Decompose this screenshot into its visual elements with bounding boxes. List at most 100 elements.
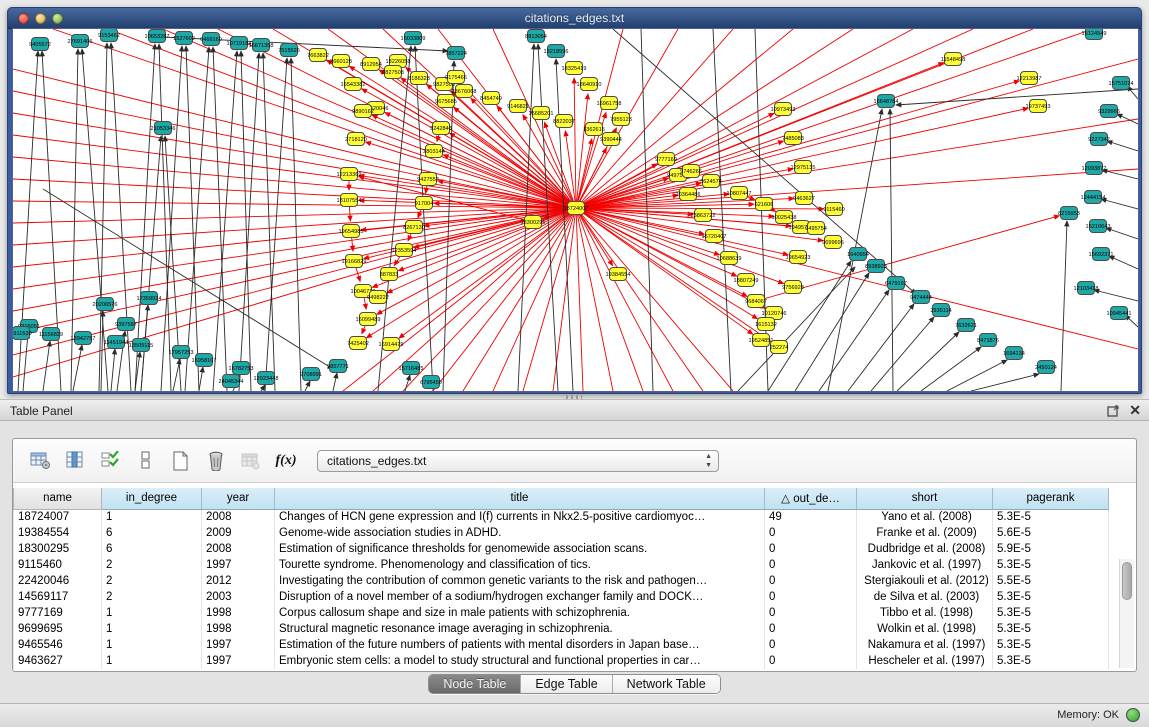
graph-node[interactable]: 12093872	[1082, 162, 1107, 175]
table-cell[interactable]: 2003	[202, 589, 275, 605]
table-cell[interactable]: 5.5E-5	[993, 573, 1109, 589]
graph-node[interactable]: 12213369	[337, 168, 362, 181]
graph-node[interactable]: 13942757	[71, 332, 96, 345]
graph-node[interactable]: 9857771	[327, 360, 349, 373]
graph-node[interactable]: 9463627	[793, 192, 815, 205]
graph-node[interactable]: 9175466	[445, 71, 467, 84]
citation-edge-red[interactable]	[576, 208, 753, 334]
table-cell[interactable]: Embryonic stem cells: a model to study s…	[275, 653, 765, 669]
graph-node[interactable]: 15720407	[702, 230, 727, 243]
graph-node[interactable]: 19654923	[786, 251, 811, 264]
table-cell[interactable]: 5.3E-5	[993, 621, 1109, 637]
citation-edge-red[interactable]	[13, 208, 576, 355]
graph-node[interactable]: 887833	[380, 268, 399, 281]
graph-node[interactable]: 9756928	[782, 281, 804, 294]
graph-node[interactable]: 19384554	[606, 268, 631, 281]
graph-node[interactable]: 16914479	[379, 338, 404, 351]
table-cell[interactable]: 6	[102, 541, 202, 557]
table-row[interactable]: 1830029562008Estimation of significance …	[14, 541, 1121, 557]
graph-node[interactable]: 17359924	[137, 292, 162, 305]
graph-node[interactable]: 2718120	[345, 133, 367, 146]
graph-node[interactable]: 10653287	[145, 30, 170, 43]
citation-edge-red[interactable]	[443, 155, 576, 208]
citation-edge-black[interactable]	[556, 59, 573, 391]
graph-node[interactable]: 10973493	[771, 103, 796, 116]
column-header-out-degree[interactable]: △ out_de…	[765, 488, 857, 509]
table-cell[interactable]: 9777169	[14, 605, 102, 621]
table-row[interactable]: 946362711997Embryonic stem cells: a mode…	[14, 653, 1121, 669]
citation-edge-black[interactable]	[890, 109, 893, 391]
delete-table-icon[interactable]	[204, 450, 228, 472]
graph-node[interactable]: 10688639	[717, 252, 742, 265]
graph-node[interactable]: 6466160	[200, 33, 222, 46]
table-cell[interactable]: Disruption of a novel member of a sodium…	[275, 589, 765, 605]
citation-edge-black[interactable]	[23, 333, 28, 391]
graph-node[interactable]: 7663822	[307, 49, 329, 62]
table-cell[interactable]: 1	[102, 605, 202, 621]
graph-node[interactable]: 8912954	[360, 58, 382, 71]
graph-node[interactable]: 7857224	[445, 47, 467, 60]
graph-node[interactable]: 19654985	[339, 225, 364, 238]
graph-node[interactable]: 19166829	[342, 255, 367, 268]
graph-node[interactable]: 19218996	[544, 45, 569, 58]
graph-node[interactable]: 917004	[415, 197, 434, 210]
table-cell[interactable]: 0	[765, 541, 857, 557]
citation-edge-black[interactable]	[921, 347, 981, 391]
graph-node[interactable]: 1694134	[1003, 347, 1025, 360]
table-cell[interactable]: 2012	[202, 573, 275, 589]
graph-node[interactable]: 23676068	[452, 85, 477, 98]
table-cell[interactable]: 9115460	[14, 557, 102, 573]
graph-node[interactable]: 1362615	[583, 123, 605, 136]
graph-node[interactable]: 2935114	[930, 304, 951, 317]
table-cell[interactable]: 5.3E-5	[993, 653, 1109, 669]
graph-node[interactable]: 16958107	[192, 354, 217, 367]
table-cell[interactable]: Nakamura et al. (1997)	[857, 637, 993, 653]
graph-node[interactable]: 9699695	[822, 236, 844, 249]
table-cell[interactable]: 5.3E-5	[993, 509, 1109, 525]
table-row[interactable]: 977716911998Corpus callosum shape and si…	[14, 605, 1121, 621]
table-cell[interactable]: Yano et al. (2008)	[857, 509, 993, 525]
table-cell[interactable]: Hescheler et al. (1997)	[857, 653, 993, 669]
table-cell[interactable]: 9465546	[14, 637, 102, 653]
graph-node[interactable]: 252274	[770, 341, 789, 354]
graph-node[interactable]: 9153462	[98, 29, 120, 42]
table-cell[interactable]: 1	[102, 621, 202, 637]
citation-edge-black[interactable]	[1106, 228, 1138, 239]
graph-node[interactable]: 20364486	[676, 188, 701, 201]
graph-node[interactable]: 9390444	[600, 133, 622, 146]
table-cell[interactable]: 0	[765, 589, 857, 605]
table-cell[interactable]: 2008	[202, 509, 275, 525]
graph-node[interactable]: 20206576	[93, 298, 118, 311]
citation-edge-black[interactable]	[159, 44, 171, 391]
graph-node[interactable]: 16961758	[597, 97, 622, 110]
graph-node[interactable]: 8186328	[408, 72, 430, 85]
table-cell[interactable]: Franke et al. (2009)	[857, 525, 993, 541]
table-cell[interactable]: Estimation of the future numbers of pati…	[275, 637, 765, 653]
close-panel-icon[interactable]: ✕	[1129, 403, 1141, 417]
table-cell[interactable]: 2009	[202, 525, 275, 541]
graph-node[interactable]: 2450124	[1035, 361, 1057, 374]
citation-edge-black[interactable]	[897, 332, 959, 391]
citation-edge-black[interactable]	[768, 261, 851, 391]
graph-node[interactable]: 9474444	[910, 291, 932, 304]
table-cell[interactable]: 5.6E-5	[993, 525, 1109, 541]
graph-node[interactable]: 9746266	[680, 165, 702, 178]
citation-edge-black[interactable]	[819, 290, 889, 391]
graph-node[interactable]: 9242848	[430, 122, 452, 135]
table-row[interactable]: 2242004622012Investigating the contribut…	[14, 573, 1121, 589]
table-cell[interactable]: 18300295	[14, 541, 102, 557]
graph-node[interactable]: 8813054	[525, 30, 547, 43]
table-cell[interactable]: 1	[102, 509, 202, 525]
table-cell[interactable]: 19384554	[14, 525, 102, 541]
table-cell[interactable]: Corpus callosum shape and size in male p…	[275, 605, 765, 621]
graph-node[interactable]: 15692371	[1089, 248, 1114, 261]
graph-node[interactable]: 8938923	[865, 260, 887, 273]
citation-edge-black[interactable]	[261, 385, 265, 391]
citation-edge-black[interactable]	[101, 311, 103, 391]
citation-edge-red[interactable]	[13, 208, 576, 377]
table-cell[interactable]: 0	[765, 573, 857, 589]
window-titlebar[interactable]: citations_edges.txt	[8, 8, 1141, 29]
graph-node[interactable]: 9495754	[805, 222, 827, 235]
table-cell[interactable]: 9463627	[14, 653, 102, 669]
network-canvas[interactable]: 9405572276914069153462106532871527602646…	[13, 29, 1138, 391]
